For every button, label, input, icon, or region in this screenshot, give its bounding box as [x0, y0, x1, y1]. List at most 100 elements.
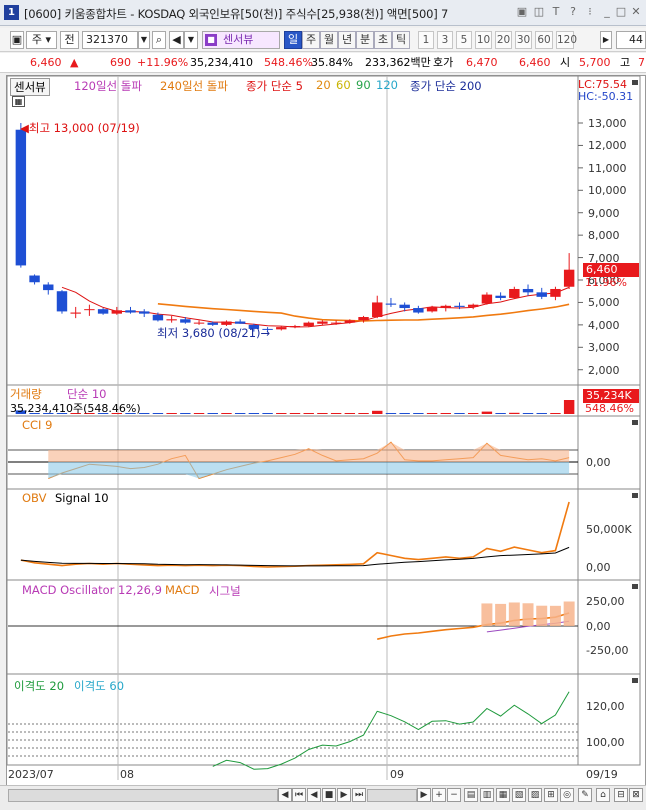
- disp-ytick-120: 120,00: [586, 700, 625, 713]
- macd-osc-legend: MACD Oscillator 12,26,9: [22, 583, 162, 597]
- zoom-in-icon[interactable]: +: [432, 788, 446, 802]
- volume-bar: [536, 413, 547, 414]
- candle-body: [372, 302, 383, 318]
- zoom-slider[interactable]: [367, 789, 417, 802]
- price-ytick: 10,000: [588, 184, 627, 197]
- candle-body: [193, 322, 205, 324]
- horizontal-scrollbar[interactable]: [8, 789, 278, 802]
- tool5-icon[interactable]: ▨: [528, 788, 542, 802]
- obv-signal-line: [20, 546, 570, 567]
- sensor-legend[interactable]: 센서뷰: [10, 78, 50, 96]
- first-icon[interactable]: ⏮: [292, 788, 306, 802]
- disparity20-line: [212, 691, 570, 770]
- cci-ytick: 0,00: [586, 456, 611, 469]
- macd-osc-bar: [481, 603, 493, 626]
- candle-body: [358, 317, 369, 321]
- candle-body: [289, 325, 301, 328]
- candle-body: [15, 129, 27, 266]
- volume-bar: [180, 413, 191, 414]
- xaxis-label-end: 09/19: [586, 768, 618, 781]
- volume-bar: [481, 411, 493, 414]
- candle-body: [317, 321, 328, 324]
- price-ytick: 11,000: [588, 162, 627, 175]
- zoom-out-icon[interactable]: −: [447, 788, 461, 802]
- candle-body: [563, 269, 575, 287]
- candle-body: [344, 320, 356, 323]
- high-note-text: 최고 13,000 (07/19): [28, 121, 140, 135]
- low-note-text: 최저 3,680 (08/21): [157, 326, 261, 340]
- macd-ytick-250: 250,00: [586, 595, 625, 608]
- cci-legend: CCI 9: [22, 418, 53, 432]
- last-icon[interactable]: ⏭: [352, 788, 366, 802]
- candle-body: [303, 322, 314, 326]
- volume-bar: [276, 413, 287, 414]
- candle-body: [139, 311, 150, 314]
- candle-body: [481, 294, 493, 304]
- obv-legend: OBV: [22, 491, 47, 505]
- tool2-icon[interactable]: ▥: [480, 788, 494, 802]
- candle-body: [467, 304, 479, 307]
- candle-body: [234, 321, 246, 324]
- price-ytick: 3,000: [588, 341, 620, 354]
- macd-osc-bar: [495, 603, 507, 626]
- macd-legend: MACD: [165, 583, 200, 597]
- panel-close-icon: [632, 584, 638, 589]
- volume-bar: [330, 413, 342, 414]
- candle-body: [550, 288, 561, 297]
- volume-bar: [303, 413, 314, 414]
- grid-table-icon[interactable]: ▦: [12, 96, 25, 107]
- candle-body: [495, 295, 506, 298]
- candle-body: [152, 314, 164, 321]
- ma90-legend: 90: [356, 78, 371, 92]
- price-ytick: 4,000: [588, 319, 620, 332]
- next-page-icon[interactable]: ▶: [337, 788, 351, 802]
- candle-body: [43, 284, 54, 291]
- panel-close-icon: [632, 678, 638, 683]
- candle-body: [536, 292, 547, 297]
- scroll-right-icon[interactable]: ▶: [417, 788, 431, 802]
- volume-bar: [221, 413, 232, 414]
- macd-ytick-0: 0,00: [586, 620, 611, 633]
- volume-bar: [358, 413, 369, 414]
- candle-body: [454, 305, 465, 307]
- ma200-legend: 종가 단순 200: [410, 79, 482, 93]
- scroll-left-icon[interactable]: ◀: [278, 788, 292, 802]
- volume-bar: [426, 413, 438, 414]
- panel-close-icon: [632, 80, 638, 85]
- tool7-icon[interactable]: ◎: [560, 788, 574, 802]
- hc-value: HC:-50.31: [578, 90, 634, 103]
- volume-bar: [317, 413, 328, 414]
- disparity60-legend: 이격도 60: [74, 679, 125, 693]
- prev-page-icon[interactable]: ◀: [307, 788, 321, 802]
- macd-osc-bar: [563, 601, 575, 626]
- volume-bar: [193, 413, 205, 414]
- panel-close-icon: [632, 493, 638, 498]
- volume-bar: [248, 413, 260, 414]
- high-note: ◀최고 13,000 (07/19): [20, 121, 140, 135]
- price-ytick: 13,000: [588, 117, 627, 130]
- volume-bar: [372, 410, 383, 414]
- volume-bar: [344, 413, 356, 414]
- macd-ytick-neg250: -250,00: [586, 644, 629, 657]
- tool4-icon[interactable]: ▧: [512, 788, 526, 802]
- volume-bar: [399, 413, 410, 414]
- current-price-tag: 6,460: [583, 263, 639, 277]
- tool6-icon[interactable]: ⊞: [544, 788, 558, 802]
- signal-legend: 시그널: [209, 584, 241, 598]
- cci-overbought-fill: [48, 442, 570, 462]
- tool9-icon[interactable]: ⌂: [596, 788, 610, 802]
- tool11-icon[interactable]: ⊠: [629, 788, 643, 802]
- tool10-icon[interactable]: ⊟: [614, 788, 628, 802]
- volume-bar: [440, 413, 451, 414]
- tool1-icon[interactable]: ▤: [464, 788, 478, 802]
- volume-bar: [234, 413, 246, 414]
- volume-pct-tag: 548.46%: [585, 402, 634, 415]
- candle-body: [166, 319, 177, 321]
- stop-icon[interactable]: ■: [322, 788, 336, 802]
- ma60-legend: 60: [336, 78, 351, 92]
- volume-bar: [385, 413, 397, 414]
- volume-bar: [563, 400, 575, 414]
- tool8-icon[interactable]: ✎: [578, 788, 592, 802]
- tool3-icon[interactable]: ▦: [496, 788, 510, 802]
- cci-oversold-fill: [48, 462, 570, 479]
